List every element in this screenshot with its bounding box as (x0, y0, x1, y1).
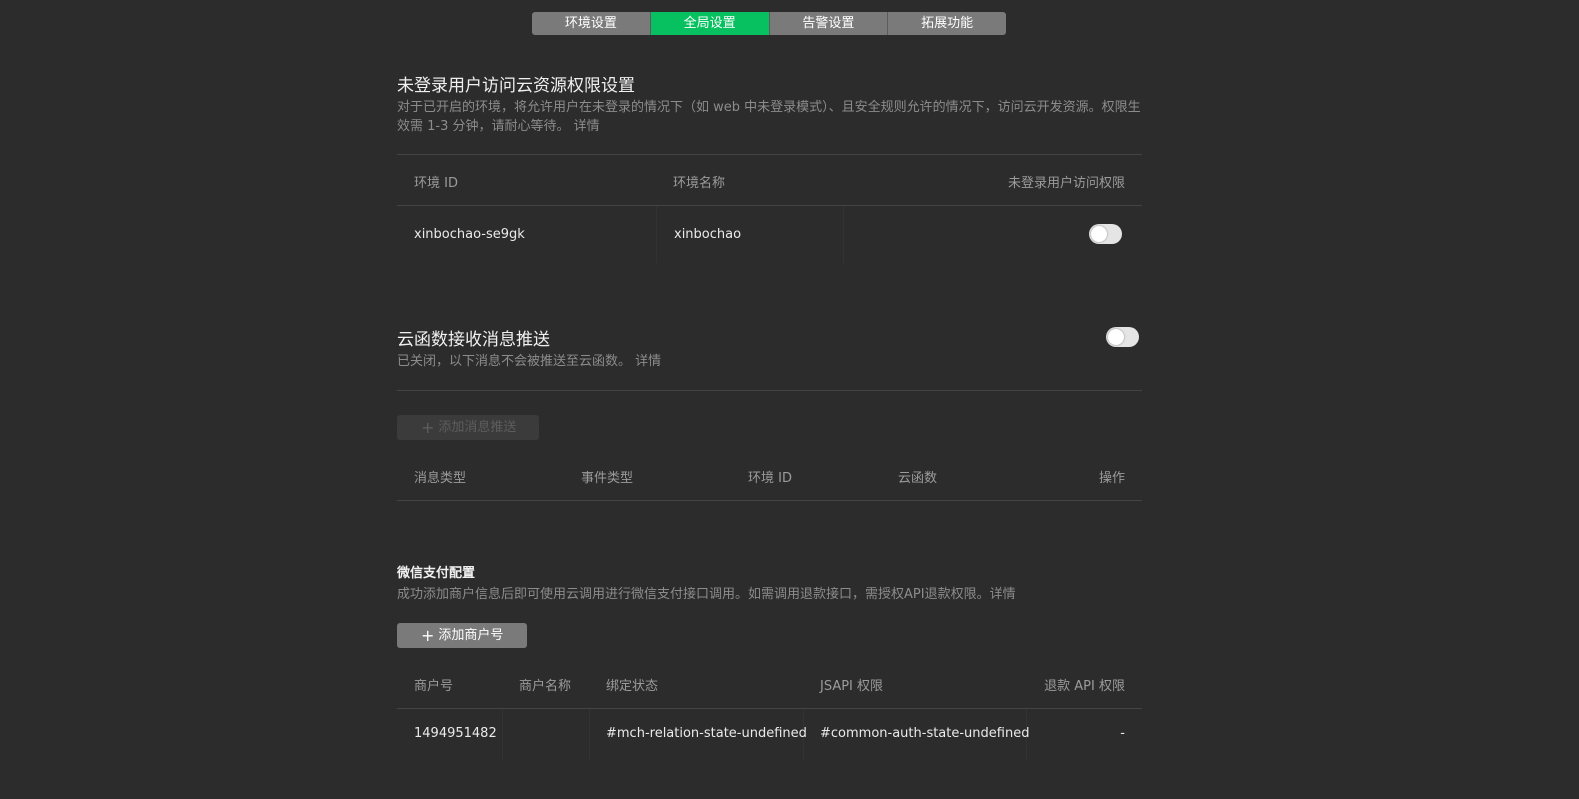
cell-divider (589, 709, 590, 759)
divider (397, 500, 1142, 501)
push-section-title: 云函数接收消息推送 (397, 330, 550, 350)
tab-env-settings[interactable]: 环境设置 (532, 12, 651, 35)
col-message-type: 消息类型 (414, 471, 467, 486)
cell-divider (656, 206, 657, 263)
add-push-button[interactable]: + 添加消息推送 (397, 415, 539, 440)
col-cloud-function: 云函数 (898, 471, 938, 486)
divider (397, 390, 1142, 391)
divider (397, 708, 1142, 709)
cell-divider (843, 206, 844, 263)
unauth-access-toggle[interactable] (1089, 224, 1122, 244)
add-merchant-label: 添加商户号 (438, 628, 504, 643)
col-refund-api-auth: 退款 API 权限 (1044, 679, 1125, 694)
pay-section-desc: 成功添加商户信息后即可使用云调用进行微信支付接口调用。如需调用退款接口，需授权A… (397, 587, 1016, 602)
plus-icon: + (421, 626, 435, 645)
unauth-section-title: 未登录用户访问云资源权限设置 (397, 76, 635, 96)
col-event-type: 事件类型 (581, 471, 634, 486)
plus-icon: + (421, 418, 435, 437)
cell-divider (502, 709, 503, 759)
env-name-cell: xinbochao (674, 227, 742, 242)
add-push-label: 添加消息推送 (438, 420, 517, 435)
jsapi-auth-cell: #common-auth-state-undefined (820, 726, 1030, 741)
tab-alarm-settings[interactable]: 告警设置 (769, 12, 889, 35)
push-section-desc: 已关闭，以下消息不会被推送至云函数。 详情 (397, 354, 662, 369)
pay-section-title: 微信支付配置 (397, 566, 476, 581)
col-jsapi-auth: JSAPI 权限 (820, 679, 884, 694)
col-unauth-access: 未登录用户访问权限 (1007, 176, 1125, 191)
toggle-knob (1108, 329, 1124, 345)
col-env-id: 环境 ID (414, 176, 458, 191)
col-env-name: 环境名称 (673, 176, 726, 191)
col-actions: 操作 (1098, 471, 1125, 486)
add-merchant-button[interactable]: + 添加商户号 (397, 623, 527, 648)
merchant-id-cell: 1494951482 (414, 726, 497, 741)
env-id-cell: xinbochao-se9gk (414, 227, 525, 242)
divider (397, 205, 1142, 206)
tab-global-settings[interactable]: 全局设置 (650, 12, 770, 35)
refund-api-cell: - (1120, 726, 1125, 741)
bind-state-cell: #mch-relation-state-undefined (606, 726, 807, 741)
tab-extensions[interactable]: 拓展功能 (888, 12, 1006, 35)
divider (397, 154, 1142, 155)
col-bind-state: 绑定状态 (606, 679, 659, 694)
settings-tabs: 环境设置 全局设置 告警设置 拓展功能 (532, 12, 1006, 35)
unauth-section-desc-line2: 效需 1-3 分钟，请耐心等待。 详情 (397, 119, 600, 134)
unauth-section-desc-line1: 对于已开启的环境，将允许用户在未登录的情况下（如 web 中未登录模式）、且安全… (397, 100, 1141, 115)
toggle-knob (1091, 226, 1107, 242)
col-merchant-name: 商户名称 (519, 679, 572, 694)
col-merchant-id: 商户号 (414, 679, 454, 694)
push-enable-toggle[interactable] (1106, 327, 1139, 347)
col-env-id: 环境 ID (748, 471, 792, 486)
